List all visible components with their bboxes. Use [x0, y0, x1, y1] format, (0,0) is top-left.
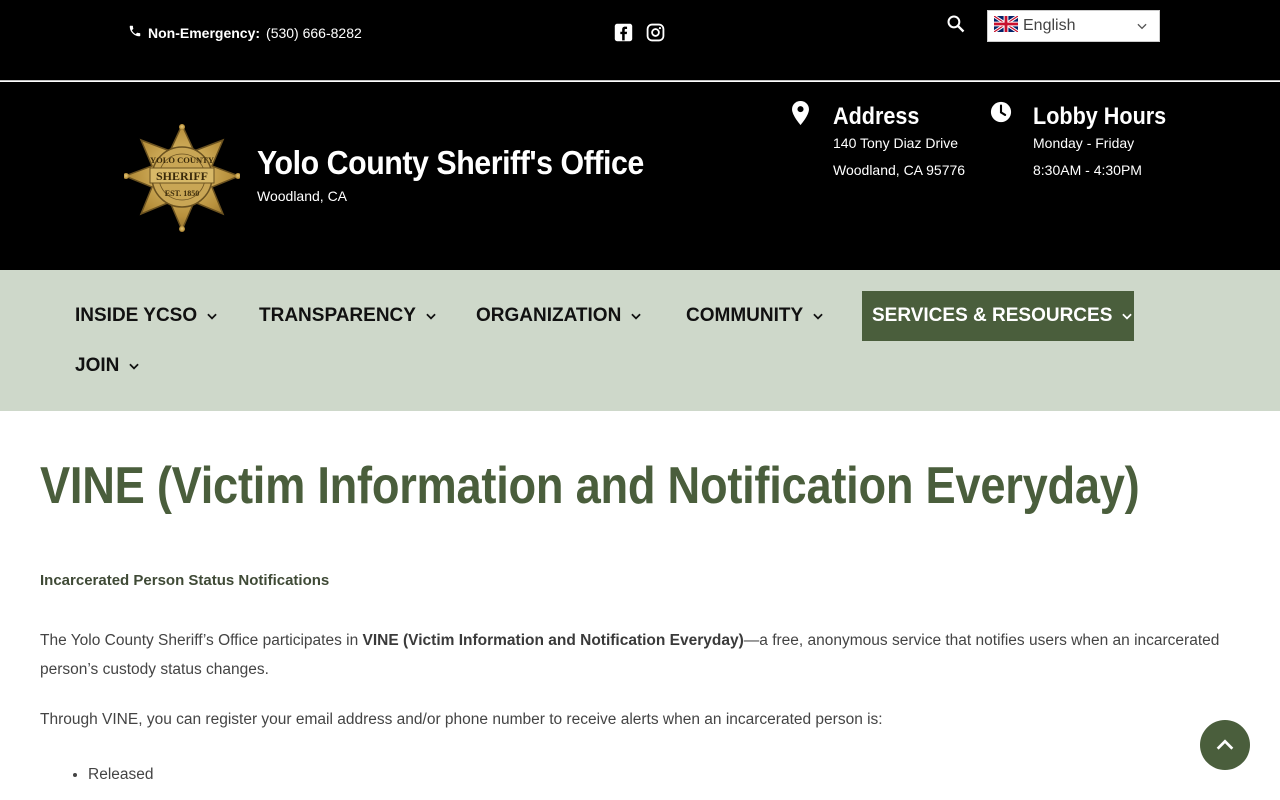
instagram-icon[interactable]: [646, 23, 665, 42]
clock-icon: [990, 101, 1012, 128]
nav-item-inside-ycso[interactable]: INSIDE YCSO: [75, 291, 219, 341]
intro-text-bold: VINE (Victim Information and Notificatio…: [362, 632, 744, 649]
search-icon[interactable]: [946, 14, 966, 34]
section-subheading: Incarcerated Person Status Notifications: [40, 572, 330, 589]
chevron-up-icon: [1216, 739, 1234, 750]
nav-item-label: INSIDE YCSO: [75, 305, 198, 326]
chevron-down-icon: [426, 313, 436, 320]
nav-item-services-resources[interactable]: SERVICES & RESOURCES: [862, 291, 1134, 341]
map-pin-icon: [792, 101, 809, 130]
status-list: Released: [88, 766, 154, 784]
uk-flag-icon: [993, 14, 1019, 37]
nav-item-label: ORGANIZATION: [476, 305, 622, 326]
badge-text-bottom: EST. 1850: [165, 189, 200, 198]
phone-label: Non-Emergency:: [148, 24, 261, 41]
vine-alert-paragraph: Through VINE, you can register your emai…: [40, 711, 883, 728]
phone-number[interactable]: (530) 666-8282: [266, 25, 362, 41]
main-navigation: INSIDE YCSO TRANSPARENCY ORGANIZATION CO…: [0, 270, 1280, 411]
intro-paragraph: The Yolo County Sheriff’s Office partici…: [40, 626, 1240, 684]
lobby-hours-days: Monday - Friday: [1033, 135, 1135, 151]
non-emergency-phone[interactable]: Non-Emergency: (530) 666-8282: [128, 24, 362, 41]
chevron-down-icon: [813, 313, 823, 320]
badge-text-mid: SHERIFF: [156, 169, 208, 183]
page-title: VINE (Victim Information and Notificatio…: [40, 457, 1140, 515]
nav-item-label: TRANSPARENCY: [259, 305, 416, 326]
facebook-icon[interactable]: [614, 23, 633, 42]
top-bar: Non-Emergency: (530) 666-8282 English: [0, 0, 1280, 81]
badge-text-top: YOLO COUNTY: [150, 155, 214, 165]
address-line-1: 140 Tony Diaz Drive: [833, 135, 959, 151]
chevron-down-icon: [631, 313, 642, 320]
site-title[interactable]: Yolo County Sheriff's Office: [257, 144, 644, 182]
nav-item-join[interactable]: JOIN: [75, 341, 141, 391]
site-subtitle: Woodland, CA: [257, 188, 348, 204]
phone-icon: [128, 24, 142, 41]
address-heading: Address: [833, 103, 920, 130]
list-item: Released: [88, 766, 154, 784]
chevron-down-icon: [207, 313, 217, 320]
lobby-hours-heading: Lobby Hours: [1033, 103, 1167, 130]
language-select[interactable]: English: [987, 10, 1160, 42]
nav-item-organization[interactable]: ORGANIZATION: [476, 291, 643, 341]
chevron-down-icon: [1135, 19, 1149, 38]
social-links: [614, 23, 665, 42]
chevron-down-icon: [1122, 313, 1133, 320]
nav-item-community[interactable]: COMMUNITY: [686, 291, 825, 341]
language-label: English: [1023, 17, 1076, 34]
chevron-down-icon: [129, 363, 140, 370]
nav-item-transparency[interactable]: TRANSPARENCY: [259, 291, 438, 341]
nav-item-label: SERVICES & RESOURCES: [872, 305, 1113, 326]
lobby-hours-times: 8:30AM - 4:30PM: [1033, 162, 1142, 178]
address-line-2: Woodland, CA 95776: [833, 162, 966, 178]
sheriff-badge-logo[interactable]: YOLO COUNTY SHERIFF EST. 1850: [122, 123, 242, 232]
nav-item-label: JOIN: [75, 355, 120, 376]
site-header: YOLO COUNTY SHERIFF EST. 1850 Yolo Count…: [0, 82, 1280, 270]
intro-text-start: The Yolo County Sheriff’s Office partici…: [40, 632, 363, 649]
nav-item-label: COMMUNITY: [686, 305, 804, 326]
scroll-to-top-button[interactable]: [1200, 720, 1250, 770]
